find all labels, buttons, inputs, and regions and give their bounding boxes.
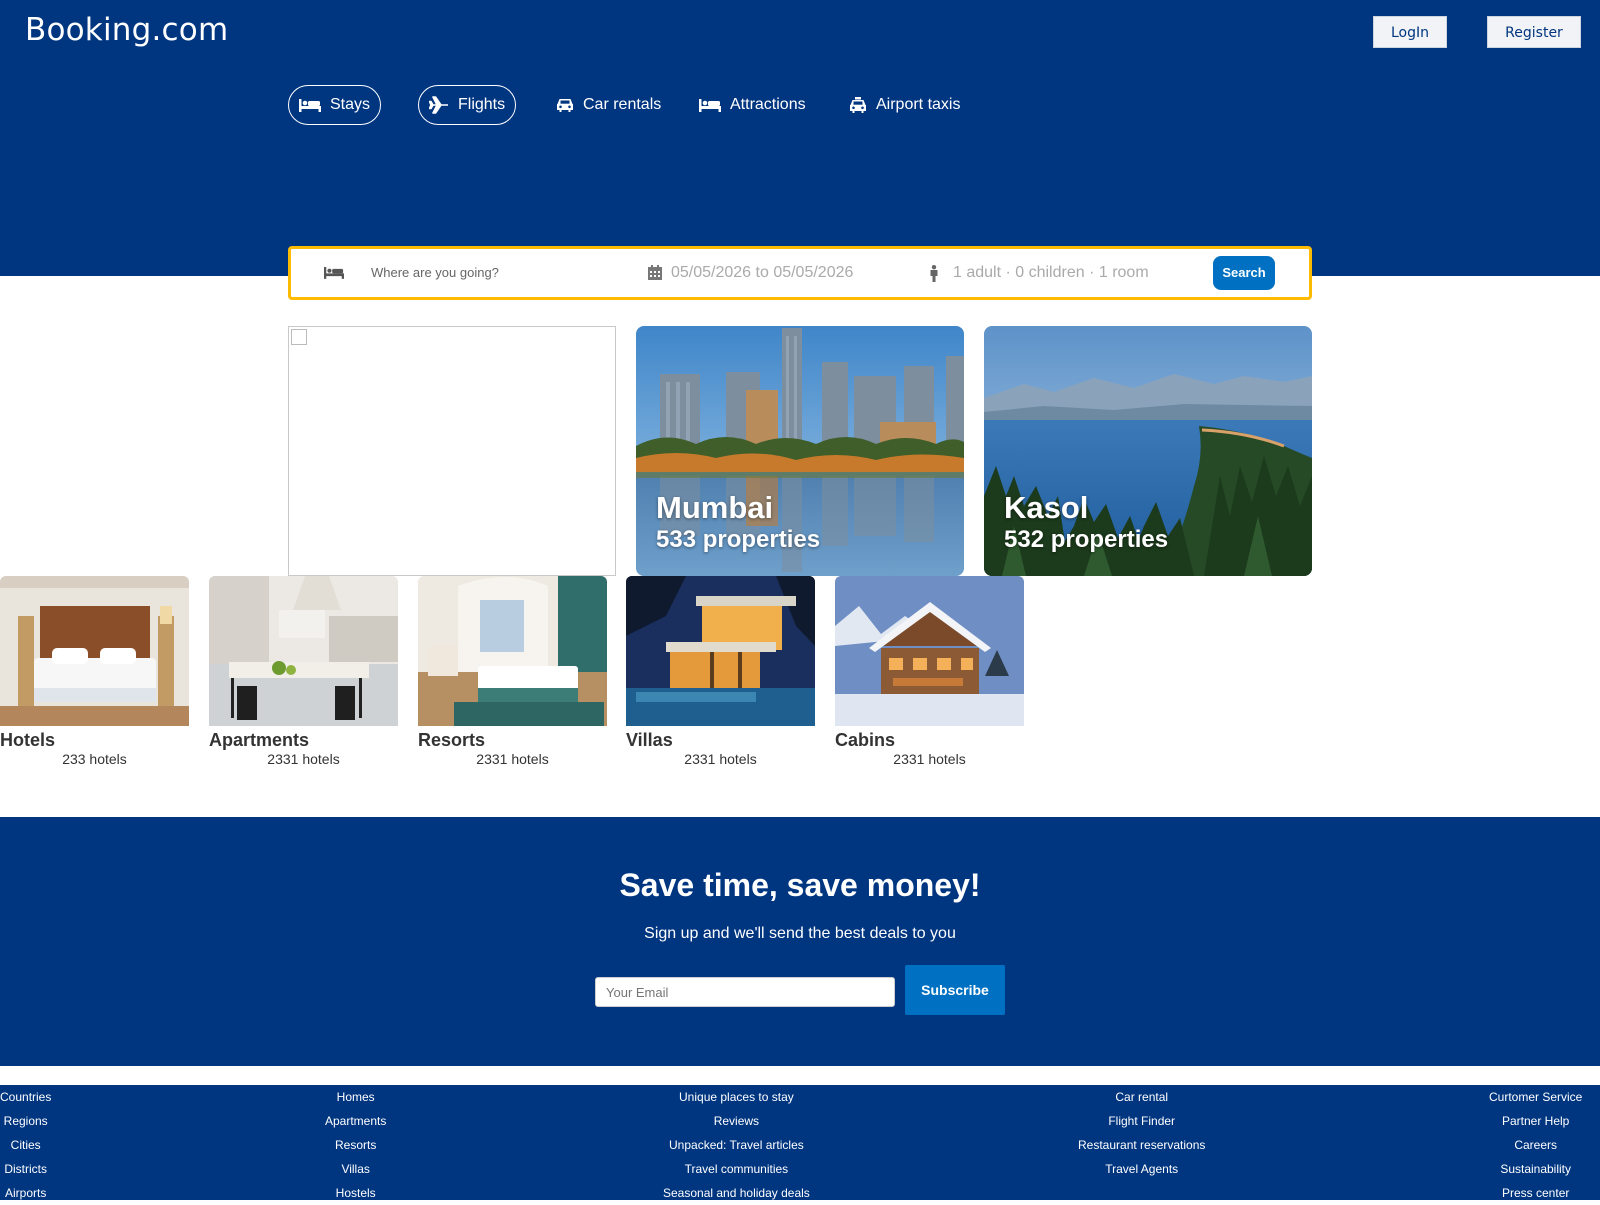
property-type-name: Apartments [209,730,310,750]
header: Booking.com LogIn Register Stays Flights… [0,0,1600,276]
person-icon [930,265,938,282]
footer-link[interactable]: Districts [4,1157,47,1181]
property-type-cabins[interactable]: Cabins 2331 hotels [835,576,1024,768]
subscribe-button[interactable]: Subscribe [905,965,1005,1015]
footer-column-discover: Unique places to stay Reviews Unpacked: … [663,1085,810,1205]
footer-link[interactable]: Cities [11,1133,41,1157]
footer-link[interactable]: Restaurant reservations [1078,1133,1205,1157]
footer-link[interactable]: Apartments [325,1109,386,1133]
property-type-name: Cabins [835,730,896,750]
footer: Countries Regions Cities Districts Airpo… [0,1085,1600,1200]
destination-name: Mumbai [656,490,774,525]
property-type-count: 2331 hotels [893,751,966,767]
register-button[interactable]: Register [1487,16,1581,48]
footer-link[interactable]: Travel communities [685,1157,789,1181]
guests-field[interactable]: 1 adult · 0 children · 1 room [953,249,1149,297]
destination-card-mumbai[interactable]: Mumbai 533 properties [636,326,964,576]
footer-column-company: Curtomer Service Partner Help Careers Su… [1489,1085,1582,1205]
destination-card-kasol[interactable]: Kasol 532 properties [984,326,1312,576]
search-button[interactable]: Search [1213,256,1275,290]
broken-image-icon [291,329,307,345]
property-type-count: 2331 hotels [267,751,340,767]
footer-column-places: Countries Regions Cities Districts Airpo… [0,1085,51,1205]
resort-room-photo [418,576,607,726]
footer-column-property-types: Homes Apartments Resorts Villas Hostels [325,1085,386,1205]
site-logo[interactable]: Booking.com [25,12,228,48]
newsletter-section: Save time, save money! Sign up and we'll… [0,817,1600,1066]
property-type-villas[interactable]: Villas 2331 hotels [626,576,815,768]
footer-link[interactable]: Travel Agents [1105,1157,1178,1181]
footer-link[interactable]: Seasonal and holiday deals [663,1181,810,1205]
taxi-icon [850,96,866,113]
broken-destination-image [288,326,616,576]
property-type-name: Hotels [0,730,56,750]
nav-stays-label: Stays [330,96,371,113]
footer-link[interactable]: Curtomer Service [1489,1085,1582,1109]
hotel-room-photo [0,576,189,726]
nav-attractions[interactable]: Attractions [699,85,806,125]
destination-name: Kasol [1004,490,1089,525]
snow-cabin-photo [835,576,1024,726]
date-range-field[interactable]: 05/05/2026 to 05/05/2026 [671,249,853,297]
nav-flights-label: Flights [458,96,506,113]
footer-link[interactable]: Villas [341,1157,369,1181]
bed-icon [299,99,321,112]
footer-link[interactable]: Resorts [335,1133,376,1157]
property-type-count: 2331 hotels [684,751,757,767]
footer-link[interactable]: Partner Help [1502,1109,1569,1133]
search-bar: Where are you going? 05/05/2026 to 05/05… [288,246,1312,300]
footer-link[interactable]: Reviews [714,1109,759,1133]
footer-column-services: Car rental Flight Finder Restaurant rese… [1078,1085,1205,1181]
nav-airport-taxis[interactable]: Airport taxis [849,85,960,125]
property-type-count: 2331 hotels [476,751,549,767]
apartment-kitchen-photo [209,576,398,726]
newsletter-subtitle: Sign up and we'll send the best deals to… [644,925,956,942]
footer-link[interactable]: Unique places to stay [679,1085,794,1109]
footer-link[interactable]: Homes [337,1085,375,1109]
footer-link[interactable]: Hostels [336,1181,376,1205]
footer-link[interactable]: Sustainability [1500,1157,1571,1181]
nav-car-rentals[interactable]: Car rentals [556,85,661,125]
property-type-count: 233 hotels [62,751,127,767]
login-button[interactable]: LogIn [1373,16,1447,48]
destination-properties: 532 properties [1004,526,1169,553]
destination-properties: 533 properties [656,526,821,553]
newsletter-title: Save time, save money! [619,867,981,903]
footer-link[interactable]: Car rental [1115,1085,1168,1109]
footer-link[interactable]: Regions [4,1109,48,1133]
plane-icon [429,96,448,114]
footer-link[interactable]: Flight Finder [1108,1109,1175,1133]
footer-link[interactable]: Press center [1502,1181,1569,1205]
villa-night-photo [626,576,815,726]
footer-link[interactable]: Airports [5,1181,46,1205]
nav-airport-taxis-label: Airport taxis [876,96,961,113]
property-type-name: Villas [626,730,673,750]
car-icon [557,99,573,112]
nav-stays[interactable]: Stays [288,85,382,125]
property-type-resorts[interactable]: Resorts 2331 hotels [418,576,607,768]
footer-link[interactable]: Countries [0,1085,51,1109]
nav-flights[interactable]: Flights [418,85,517,125]
nav-attractions-label: Attractions [730,96,806,113]
email-input[interactable] [595,977,895,1007]
property-type-hotels[interactable]: Hotels 233 hotels [0,576,189,768]
property-type-name: Resorts [418,730,486,750]
bed-icon [324,267,344,279]
bed-icon [699,99,721,112]
footer-link[interactable]: Unpacked: Travel articles [669,1133,804,1157]
destination-input[interactable]: Where are you going? [371,249,499,297]
nav-car-rentals-label: Car rentals [583,96,662,113]
property-type-apartments[interactable]: Apartments 2331 hotels [209,576,398,768]
calendar-icon [648,265,662,280]
footer-link[interactable]: Careers [1514,1133,1557,1157]
